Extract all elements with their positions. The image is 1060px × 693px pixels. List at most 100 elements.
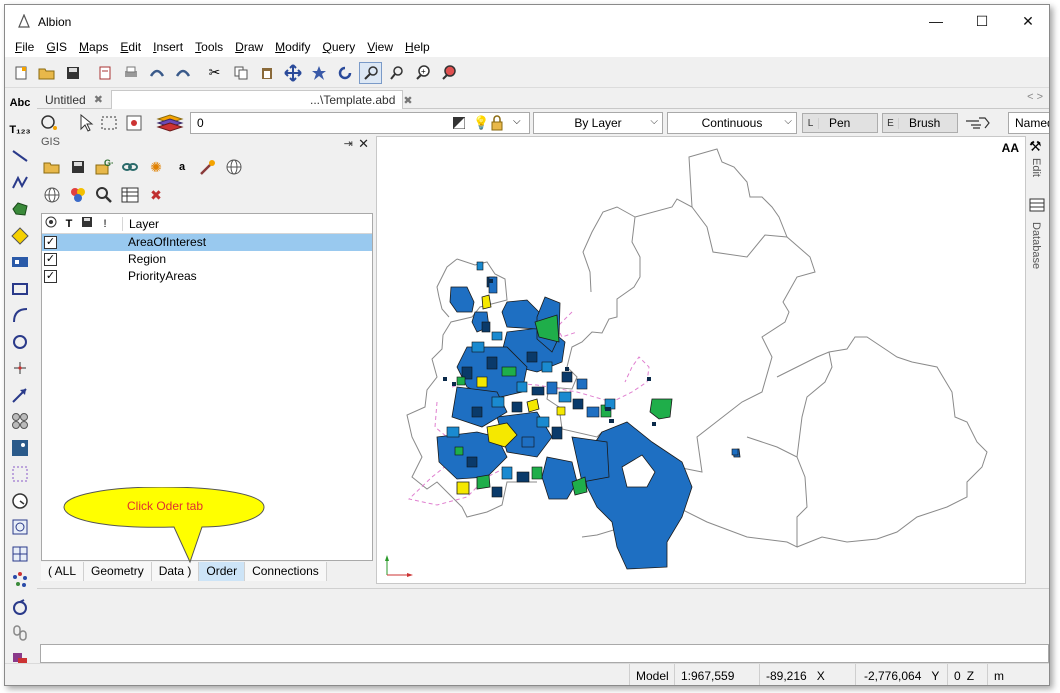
layer-row-areaofinterest[interactable]: ✓ AreaOfInterest (42, 234, 372, 251)
gis-styles-icon[interactable] (67, 184, 89, 206)
frame-tool-icon[interactable] (7, 515, 33, 539)
zoom-previous-icon[interactable] (385, 62, 408, 84)
menu-query[interactable]: Query (317, 40, 362, 54)
type-column-header[interactable]: T (60, 218, 78, 230)
current-layer-field[interactable]: 0 💡 ⌵ (190, 112, 530, 134)
map-view[interactable]: AA (376, 136, 1026, 584)
symbol-tool-icon[interactable] (7, 409, 33, 433)
polyline-tool-icon[interactable] (7, 171, 33, 195)
menu-modify[interactable]: Modify (269, 40, 316, 54)
zoom-extents-icon[interactable] (307, 62, 330, 84)
minimize-button[interactable]: — (913, 5, 959, 37)
pin-icon[interactable]: ⇥ (344, 137, 353, 150)
gis-globe-icon[interactable] (223, 156, 245, 178)
side-tab-database[interactable]: Database (1030, 222, 1042, 269)
text-tool-icon[interactable]: Abc (7, 91, 33, 115)
gis-table-icon[interactable] (119, 184, 141, 206)
dimension-tool-icon[interactable] (7, 383, 33, 407)
side-tab-edit[interactable]: Edit (1030, 158, 1042, 177)
named-style-field[interactable]: Named (1008, 112, 1049, 134)
menu-file[interactable]: File (9, 40, 40, 54)
print-icon[interactable] (119, 62, 142, 84)
save-column-icon[interactable] (78, 216, 96, 231)
close-window-button[interactable]: ✕ (1005, 5, 1049, 37)
new-icon[interactable] (9, 62, 32, 84)
linetype-select[interactable]: Continuous ⌵ (667, 112, 797, 134)
zoom-window-icon[interactable] (359, 61, 382, 84)
tab-scroll-arrows[interactable]: < > (1027, 91, 1043, 103)
maximize-button[interactable]: ☐ (959, 5, 1005, 37)
block-tool-icon[interactable] (7, 250, 33, 274)
gis-close-icon[interactable]: ✕ (358, 136, 369, 152)
gis-globe-2-icon[interactable] (41, 184, 63, 206)
database-icon[interactable] (1029, 198, 1045, 212)
menu-edit[interactable]: Edit (114, 40, 147, 54)
arc-tool-icon[interactable] (7, 303, 33, 327)
layer-row-region[interactable]: ✓ Region (42, 251, 372, 268)
tab-untitled-close-icon[interactable]: ✖ (94, 93, 103, 106)
open-icon[interactable] (35, 62, 58, 84)
rotate-tool-icon[interactable] (7, 595, 33, 619)
image-tool-icon[interactable] (7, 436, 33, 460)
visibility-column-icon[interactable] (42, 216, 60, 231)
status-scale[interactable]: 1:967,559 (674, 664, 759, 685)
refresh-icon[interactable] (333, 62, 356, 84)
tab-template-close-icon[interactable]: ✖ (403, 94, 412, 107)
point-tool-icon[interactable] (7, 356, 33, 380)
menu-draw[interactable]: Draw (229, 40, 269, 54)
circle-tool-icon[interactable] (7, 330, 33, 354)
hatch-tool-icon[interactable] (7, 224, 33, 248)
edit-tools-icon[interactable]: ⚒ (1029, 138, 1042, 155)
layer-dropdown-chevron-icon[interactable]: ⌵ (513, 116, 521, 127)
gis-add-layer-icon[interactable]: G+ (93, 156, 115, 178)
zoom-out-icon[interactable] (437, 62, 460, 84)
hand-pointer-icon[interactable] (964, 113, 992, 133)
gis-label-icon[interactable]: a (171, 156, 193, 178)
field-text-tool-icon[interactable]: T₁₂₃ (7, 118, 33, 142)
gis-search-icon[interactable] (93, 184, 115, 206)
cut-icon[interactable]: ✂ (203, 62, 226, 84)
gis-link-icon[interactable] (119, 156, 141, 178)
gauge-tool-icon[interactable] (7, 489, 33, 513)
tab-template[interactable]: ...\Template.abd ✖ (111, 90, 413, 109)
menu-help[interactable]: Help (399, 40, 436, 54)
menu-insert[interactable]: Insert (147, 40, 189, 54)
layer-manager-icon[interactable] (155, 113, 185, 133)
gis-open-icon[interactable] (41, 156, 63, 178)
tab-untitled[interactable]: Untitled ✖ (45, 90, 115, 109)
pan-icon[interactable] (281, 62, 304, 84)
select-region-icon[interactable] (123, 113, 145, 133)
pointer-icon[interactable] (75, 113, 97, 133)
color-select[interactable]: By Layer ⌵ (533, 112, 663, 134)
scatter-tool-icon[interactable] (7, 568, 33, 592)
map-canvas[interactable] (377, 137, 1027, 585)
layer-visibility-checkbox[interactable]: ✓ (44, 253, 57, 266)
polygon-tool-icon[interactable] (7, 197, 33, 221)
print-preview-icon[interactable] (93, 62, 116, 84)
layer-visibility-checkbox[interactable]: ✓ (44, 236, 57, 249)
menu-tools[interactable]: Tools (189, 40, 229, 54)
grid-tool-icon[interactable] (7, 542, 33, 566)
status-column-header[interactable]: ! (96, 218, 114, 230)
redo-icon[interactable] (171, 62, 194, 84)
layer-column-header[interactable]: Layer (122, 216, 159, 231)
menu-gis[interactable]: GIS (40, 40, 73, 54)
gis-theme-icon[interactable]: ✺ (145, 156, 167, 178)
line-tool-icon[interactable] (7, 144, 33, 168)
paste-icon[interactable] (255, 62, 278, 84)
brush-button[interactable]: E Brush (882, 113, 958, 133)
zoom-in-icon[interactable]: + (411, 62, 434, 84)
viewport-tool-icon[interactable] (7, 462, 33, 486)
rectangle-tool-icon[interactable] (7, 277, 33, 301)
status-model[interactable]: Model (629, 664, 674, 685)
gis-delete-icon[interactable]: ✖ (145, 184, 167, 206)
gis-wand-icon[interactable] (197, 156, 219, 178)
lock-icon[interactable] (491, 115, 503, 131)
select-window-icon[interactable] (98, 113, 120, 133)
menu-maps[interactable]: Maps (73, 40, 114, 54)
layer-row-priorityareas[interactable]: ✓ PriorityAreas (42, 268, 372, 285)
gis-save-icon[interactable] (67, 156, 89, 178)
link-tool-icon[interactable] (7, 621, 33, 645)
undo-icon[interactable] (145, 62, 168, 84)
copy-icon[interactable] (229, 62, 252, 84)
